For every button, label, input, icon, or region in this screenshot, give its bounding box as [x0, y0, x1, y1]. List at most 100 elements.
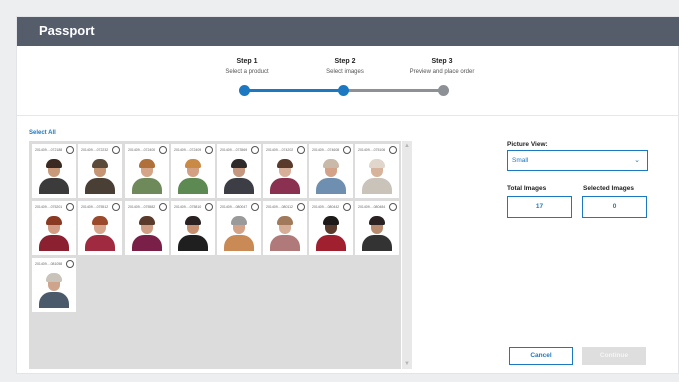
thumbnail-label: 201409....073569 [220, 148, 248, 152]
image-thumbnail[interactable]: 201409....072400 [125, 144, 169, 198]
step-3-subtitle: Preview and place order [409, 69, 475, 75]
step-3-dot [438, 85, 449, 96]
select-radio[interactable] [159, 146, 167, 154]
selected-images-count: 0 [582, 196, 647, 218]
step-2-dot [338, 85, 349, 96]
image-thumbnail[interactable]: 201409....081058 [32, 258, 76, 312]
progress-track-complete [245, 89, 345, 92]
thumbnail-label: 201409....075810 [174, 205, 202, 209]
passport-window: Passport Step 1 Select a product Step 2 … [16, 16, 679, 374]
picture-view-select[interactable]: Small ⌄ [507, 150, 648, 171]
portrait-photo [222, 158, 256, 194]
portrait-photo [360, 158, 394, 194]
portrait-photo [222, 215, 256, 251]
thumbnail-label: 201409....080047 [220, 205, 248, 209]
image-thumbnail[interactable]: 201409....080442 [309, 201, 353, 255]
grid-scrollbar[interactable]: ▲ ▼ [402, 141, 412, 369]
picture-view-value: Small [512, 157, 529, 164]
image-thumbnail[interactable]: 201409....075512 [78, 201, 122, 255]
select-radio[interactable] [251, 203, 259, 211]
thumbnail-label: 201409....075582 [128, 205, 156, 209]
image-thumbnail[interactable]: 201409....080484 [355, 201, 399, 255]
portrait-photo [176, 158, 210, 194]
portrait-photo [130, 158, 164, 194]
total-images-label: Total Images [507, 185, 547, 192]
portrait-photo [268, 158, 302, 194]
chevron-down-icon: ⌄ [634, 157, 640, 164]
image-thumbnail[interactable]: 201409....074202 [263, 144, 307, 198]
thumbnail-label: 201409....074608 [312, 148, 340, 152]
select-radio[interactable] [66, 203, 74, 211]
select-radio[interactable] [112, 146, 120, 154]
image-grid: 201409....072188 201409....072232 201409..… [29, 141, 401, 369]
thumbnail-label: 201409....072188 [35, 148, 63, 152]
scroll-down-icon[interactable]: ▼ [402, 359, 412, 369]
app-header: Passport [17, 17, 679, 46]
thumbnail-label: 201409....080112 [266, 205, 293, 209]
cancel-button[interactable]: Cancel [509, 347, 573, 365]
image-thumbnail[interactable]: 201409....080047 [217, 201, 261, 255]
step-1-subtitle: Select a product [225, 69, 269, 75]
image-thumbnail[interactable]: 201409....072188 [32, 144, 76, 198]
picture-view-label: Picture View: [507, 141, 548, 148]
thumbnail-label: 201409....080442 [312, 205, 340, 209]
image-thumbnail[interactable]: 201409....072409 [171, 144, 215, 198]
scroll-up-icon[interactable]: ▲ [402, 141, 412, 151]
step-2-title: Step 2 [334, 58, 356, 65]
select-radio[interactable] [159, 203, 167, 211]
progress-track-remaining [345, 89, 445, 92]
thumbnail-label: 201409....072409 [174, 148, 202, 152]
image-thumbnail[interactable]: 201409....074608 [309, 144, 353, 198]
select-radio[interactable] [343, 203, 351, 211]
portrait-photo [130, 215, 164, 251]
select-radio[interactable] [389, 146, 397, 154]
portrait-photo [176, 215, 210, 251]
thumbnail-label: 201409....074202 [266, 148, 294, 152]
select-radio[interactable] [205, 203, 213, 211]
selected-images-label: Selected Images [583, 185, 634, 192]
image-thumbnail[interactable]: 201409....075106 [355, 144, 399, 198]
thumbnail-label: 201409....075512 [81, 205, 109, 209]
thumbnail-label: 201409....072232 [81, 148, 109, 152]
select-radio[interactable] [389, 203, 397, 211]
total-images-count: 17 [507, 196, 572, 218]
portrait-photo [360, 215, 394, 251]
select-radio[interactable] [251, 146, 259, 154]
step-2-subtitle: Select images [326, 69, 364, 75]
thumbnail-label: 201409....075201 [35, 205, 63, 209]
continue-button[interactable]: Continue [582, 347, 646, 365]
portrait-photo [37, 158, 71, 194]
page-title: Passport [39, 23, 95, 38]
select-radio[interactable] [112, 203, 120, 211]
select-radio[interactable] [66, 260, 74, 268]
portrait-photo [83, 215, 117, 251]
select-radio[interactable] [205, 146, 213, 154]
image-thumbnail[interactable]: 201409....072232 [78, 144, 122, 198]
step-2: Step 2 Select images [295, 58, 395, 75]
image-thumbnail[interactable]: 201409....073569 [217, 144, 261, 198]
step-1-dot [239, 85, 250, 96]
step-1-title: Step 1 [236, 58, 258, 65]
image-thumbnail[interactable]: 201409....075582 [125, 201, 169, 255]
portrait-photo [37, 272, 71, 308]
step-3-title: Step 3 [431, 58, 453, 65]
portrait-photo [37, 215, 71, 251]
image-thumbnail[interactable]: 201409....075810 [171, 201, 215, 255]
select-radio[interactable] [343, 146, 351, 154]
image-thumbnail[interactable]: 201409....080112 [263, 201, 307, 255]
portrait-photo [314, 158, 348, 194]
portrait-photo [83, 158, 117, 194]
select-radio[interactable] [297, 146, 305, 154]
portrait-photo [314, 215, 348, 251]
divider [17, 115, 679, 116]
image-thumbnail[interactable]: 201409....075201 [32, 201, 76, 255]
select-all-link[interactable]: Select All [29, 130, 56, 136]
step-3: Step 3 Preview and place order [392, 58, 492, 75]
thumbnail-label: 201409....075106 [358, 148, 386, 152]
thumbnail-label: 201409....081058 [35, 262, 63, 266]
select-radio[interactable] [66, 146, 74, 154]
step-1: Step 1 Select a product [197, 58, 297, 75]
thumbnail-label: 201409....072400 [128, 148, 156, 152]
select-radio[interactable] [297, 203, 305, 211]
thumbnail-label: 201409....080484 [358, 205, 386, 209]
